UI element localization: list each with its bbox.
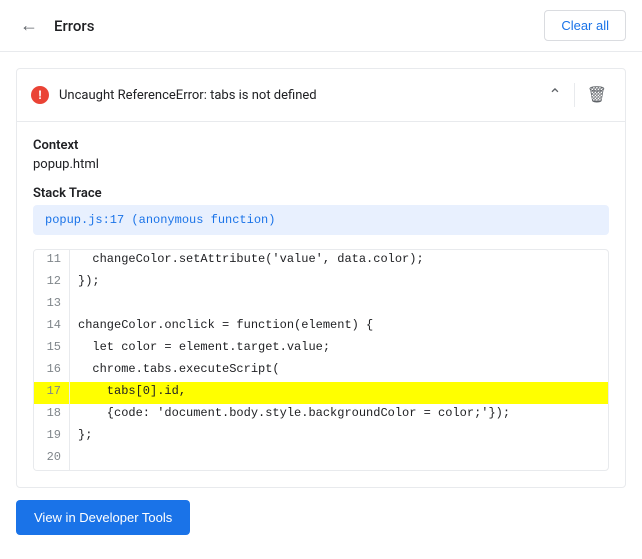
code-line: 16 chrome.tabs.executeScript( bbox=[34, 360, 608, 382]
line-content bbox=[70, 294, 608, 316]
line-number: 12 bbox=[34, 272, 70, 294]
error-message: Uncaught ReferenceError: tabs is not def… bbox=[59, 88, 317, 103]
collapse-button[interactable]: ⌃ bbox=[544, 81, 565, 109]
back-button[interactable]: ← bbox=[16, 11, 42, 40]
code-line: 20 bbox=[34, 448, 608, 470]
code-line: 18 {code: 'document.body.style.backgroun… bbox=[34, 404, 608, 426]
error-icon: ! bbox=[31, 86, 49, 104]
code-line: 14changeColor.onclick = function(element… bbox=[34, 316, 608, 338]
line-content: tabs[0].id, bbox=[70, 382, 608, 404]
line-number: 13 bbox=[34, 294, 70, 316]
vertical-divider bbox=[574, 83, 575, 107]
code-block: 11 changeColor.setAttribute('value', dat… bbox=[33, 249, 609, 471]
context-label: Context bbox=[33, 138, 609, 153]
line-number: 16 bbox=[34, 360, 70, 382]
code-line: 17 tabs[0].id, bbox=[34, 382, 608, 404]
header-left: ← Errors bbox=[16, 11, 94, 40]
error-item: ! Uncaught ReferenceError: tabs is not d… bbox=[16, 68, 626, 488]
back-icon: ← bbox=[20, 15, 38, 36]
dev-tools-button[interactable]: View in Developer Tools bbox=[16, 500, 190, 535]
code-line: 12}); bbox=[34, 272, 608, 294]
header: ← Errors Clear all bbox=[0, 0, 642, 52]
line-content: changeColor.onclick = function(element) … bbox=[70, 316, 608, 338]
line-number: 11 bbox=[34, 250, 70, 272]
line-content: {code: 'document.body.style.backgroundCo… bbox=[70, 404, 608, 426]
line-content bbox=[70, 448, 608, 470]
delete-button[interactable]: 🗑 bbox=[583, 81, 611, 109]
code-scroll[interactable]: 11 changeColor.setAttribute('value', dat… bbox=[34, 250, 608, 470]
code-line: 11 changeColor.setAttribute('value', dat… bbox=[34, 250, 608, 272]
footer: View in Developer Tools bbox=[0, 488, 642, 551]
line-content: }); bbox=[70, 272, 608, 294]
page-title: Errors bbox=[54, 17, 94, 35]
context-value: popup.html bbox=[33, 157, 609, 172]
code-line: 15 let color = element.target.value; bbox=[34, 338, 608, 360]
line-content: }; bbox=[70, 426, 608, 448]
stack-trace-label: Stack Trace bbox=[33, 186, 609, 201]
line-number: 20 bbox=[34, 448, 70, 470]
error-header: ! Uncaught ReferenceError: tabs is not d… bbox=[17, 69, 625, 122]
trash-icon: 🗑 bbox=[587, 85, 607, 105]
stack-trace-pill: popup.js:17 (anonymous function) bbox=[33, 205, 609, 235]
error-header-left: ! Uncaught ReferenceError: tabs is not d… bbox=[31, 86, 317, 104]
line-number: 18 bbox=[34, 404, 70, 426]
chevron-up-icon: ⌃ bbox=[548, 85, 561, 105]
line-number: 14 bbox=[34, 316, 70, 338]
line-number: 15 bbox=[34, 338, 70, 360]
code-line: 19}; bbox=[34, 426, 608, 448]
line-content: let color = element.target.value; bbox=[70, 338, 608, 360]
clear-all-button[interactable]: Clear all bbox=[544, 10, 626, 41]
line-content: chrome.tabs.executeScript( bbox=[70, 360, 608, 382]
line-number: 17 bbox=[34, 382, 70, 404]
code-line: 13 bbox=[34, 294, 608, 316]
error-body: Context popup.html Stack Trace popup.js:… bbox=[17, 122, 625, 471]
line-content: changeColor.setAttribute('value', data.c… bbox=[70, 250, 608, 272]
error-actions: ⌃ 🗑 bbox=[544, 81, 611, 109]
line-number: 19 bbox=[34, 426, 70, 448]
